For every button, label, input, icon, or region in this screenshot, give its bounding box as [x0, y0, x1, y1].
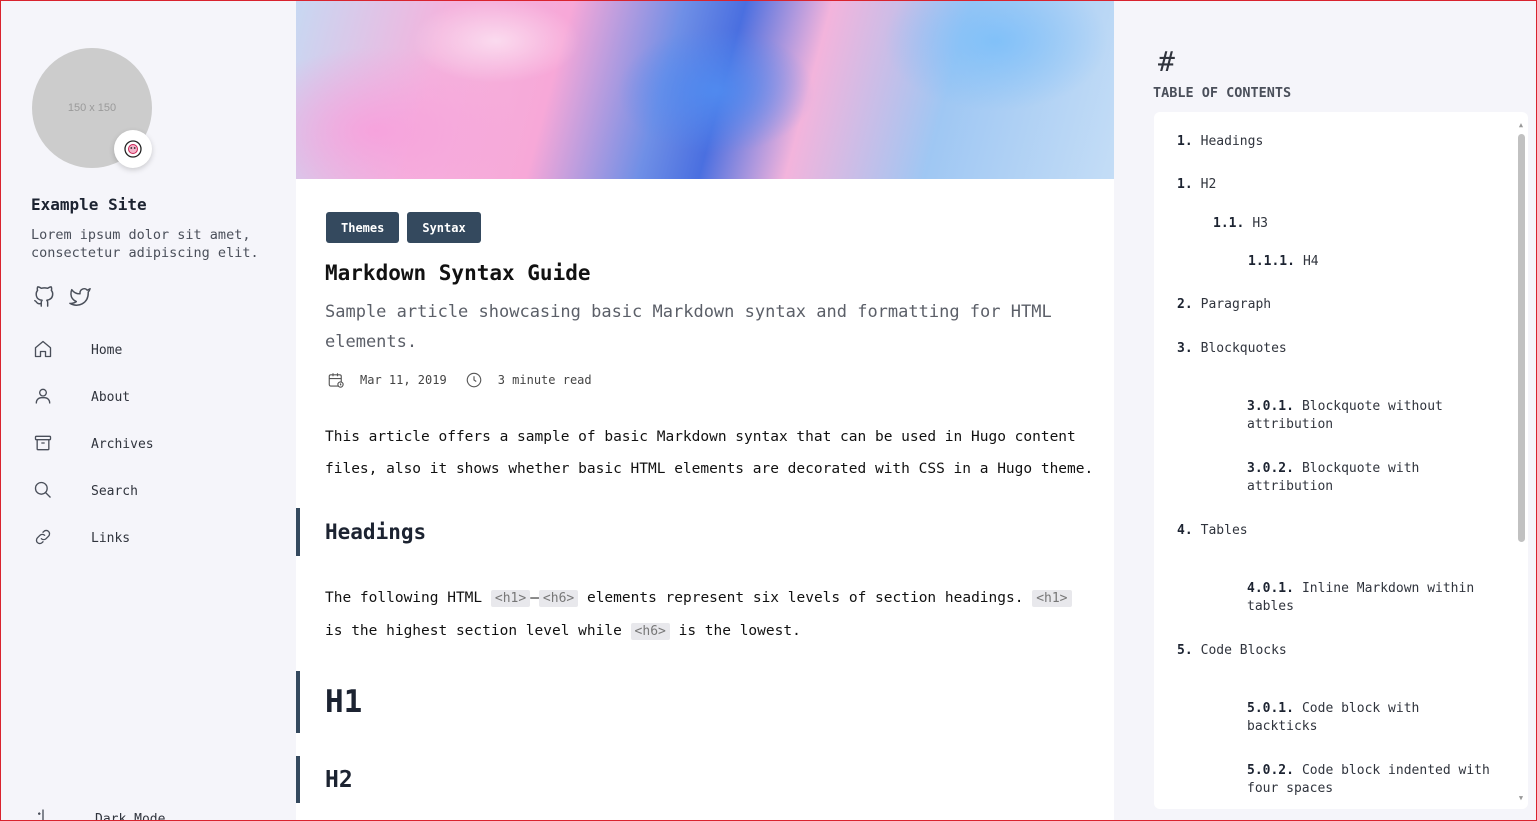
- toc-item[interactable]: 1.1.1. H4: [1248, 253, 1319, 271]
- article-main: Themes Syntax Markdown Syntax Guide Samp…: [296, 1, 1114, 820]
- toc-item[interactable]: 5. Code Blocks: [1177, 642, 1287, 660]
- site-description: Lorem ipsum dolor sit amet, consectetur …: [31, 227, 259, 261]
- toc-num: 4.0.1.: [1247, 581, 1294, 596]
- toc-num: 2.: [1177, 297, 1193, 312]
- scroll-up-arrow[interactable]: ▲: [1517, 122, 1525, 129]
- para-text: is the lowest.: [678, 623, 801, 639]
- dark-mode-label: Dark Mode: [95, 812, 166, 820]
- avatar[interactable]: 150 x 150: [32, 48, 153, 169]
- article-subtitle: Sample article showcasing basic Markdown…: [325, 302, 1052, 352]
- twitter-icon[interactable]: [69, 286, 91, 308]
- toc-num: 1.: [1177, 134, 1193, 149]
- tag-syntax[interactable]: Syntax: [407, 212, 481, 243]
- social-links: [33, 286, 91, 308]
- headings-paragraph: The following HTML <h1> — <h6> elements re…: [325, 582, 1095, 648]
- sidebar: 150 x 150 Example Site Lorem ipsum dolor…: [1, 1, 296, 820]
- toc-label: H2: [1200, 177, 1217, 192]
- toc-list: 1. Headings 1. H2 1.1. H3 1.1.1. H4 2. Paragr…: [1154, 112, 1528, 809]
- toc-num: 3.0.1.: [1247, 399, 1294, 414]
- hero-image: [296, 1, 1114, 179]
- toc-item[interactable]: 1. Headings: [1177, 133, 1263, 151]
- contrast-icon: [33, 807, 53, 820]
- toc-num: 3.0.2.: [1247, 461, 1294, 476]
- article-title[interactable]: Markdown Syntax Guide: [325, 261, 591, 285]
- emoji-badge-icon: [114, 130, 152, 168]
- toc-num: 1.1.1.: [1248, 254, 1295, 269]
- toc-label: Code Blocks: [1200, 643, 1287, 658]
- toc-item[interactable]: 1. H2: [1177, 176, 1216, 194]
- toc-label: Headings: [1200, 134, 1264, 149]
- toc-item[interactable]: 3.0.1. Blockquote without attribution: [1247, 398, 1497, 434]
- inline-code: <h1>: [490, 590, 531, 607]
- sidebar-item-about[interactable]: About: [33, 386, 273, 433]
- toc-item[interactable]: 5.0.1. Code block with backticks: [1247, 700, 1497, 736]
- search-icon: [33, 480, 53, 500]
- para-text: The following HTML: [325, 590, 483, 606]
- article-date: Mar 11, 2019: [360, 373, 447, 387]
- sidebar-item-search[interactable]: Search: [33, 480, 273, 527]
- para-text: is the highest section level while: [325, 623, 622, 639]
- toc-item[interactable]: 4. Tables: [1177, 522, 1248, 540]
- sidebar-item-archives[interactable]: Archives: [33, 433, 273, 480]
- link-icon: [33, 527, 53, 547]
- calendar-icon: [327, 371, 345, 389]
- toc-item[interactable]: 4.0.1. Inline Markdown within tables: [1247, 580, 1507, 616]
- toc-title: TABLE OF CONTENTS: [1153, 85, 1292, 101]
- toc-item[interactable]: 3.0.2. Blockquote with attribution: [1247, 460, 1497, 496]
- toc-label: Blockquotes: [1200, 341, 1287, 356]
- clock-icon: [465, 371, 483, 389]
- hash-icon: #: [1158, 45, 1175, 78]
- sidebar-item-links[interactable]: Links: [33, 527, 273, 574]
- dark-mode-toggle[interactable]: Dark Mode: [33, 807, 165, 820]
- para-dash: —: [530, 590, 539, 606]
- sidebar-item-label: Links: [91, 531, 131, 546]
- article-tags: Themes Syntax: [326, 212, 481, 243]
- sidebar-item-home[interactable]: Home: [33, 339, 273, 386]
- para-text: elements represent six levels of section…: [586, 590, 1024, 606]
- sidebar-item-label: About: [91, 390, 131, 405]
- heading-h2: H2: [296, 756, 353, 803]
- toc-num: 5.0.1.: [1247, 701, 1294, 716]
- toc-item[interactable]: 3. Blockquotes: [1177, 340, 1287, 358]
- github-icon[interactable]: [33, 286, 55, 308]
- tag-themes[interactable]: Themes: [326, 212, 400, 243]
- toc-scrollbar[interactable]: [1518, 134, 1525, 542]
- toc-num: 1.: [1177, 177, 1193, 192]
- toc-label: H3: [1252, 216, 1268, 231]
- toc-num: 3.: [1177, 341, 1193, 356]
- inline-code: <h6>: [630, 623, 670, 640]
- heading-h1: H1: [296, 671, 362, 733]
- read-time: 3 minute read: [497, 373, 592, 387]
- toc-sidebar: # TABLE OF CONTENTS 1. Headings 1. H2 1.1.…: [1114, 1, 1536, 820]
- sidebar-item-label: Search: [91, 484, 138, 499]
- toc-label: Tables: [1200, 523, 1248, 538]
- toc-item[interactable]: 1.1. H3: [1213, 215, 1268, 233]
- toc-num: 1.1.: [1213, 216, 1245, 231]
- toc-label: H4: [1302, 254, 1319, 269]
- toc-item[interactable]: 2. Paragraph: [1177, 296, 1271, 314]
- sidebar-item-label: Archives: [91, 437, 154, 452]
- home-icon: [33, 339, 53, 359]
- toc-num: 5.0.2.: [1247, 763, 1294, 778]
- toc-num: 4.: [1177, 523, 1193, 538]
- sidebar-item-label: Home: [91, 343, 123, 358]
- inline-code: <h6>: [538, 590, 579, 607]
- sidebar-menu: Home About Archives Search Links: [33, 339, 273, 574]
- section-heading: Headings: [296, 508, 426, 556]
- inline-code: <h1>: [1032, 590, 1072, 607]
- article-meta: Mar 11, 2019 3 minute read: [327, 371, 592, 389]
- site-name[interactable]: Example Site: [31, 195, 147, 214]
- user-icon: [33, 386, 53, 406]
- toc-item[interactable]: 5.0.2. Code block indented with four spac…: [1247, 762, 1497, 798]
- toc-label: Paragraph: [1200, 297, 1272, 312]
- scroll-down-arrow[interactable]: ▼: [1517, 795, 1525, 802]
- article-intro: This article offers a sample of basic Ma…: [325, 429, 1094, 477]
- toc-num: 5.: [1177, 643, 1193, 658]
- archive-icon: [33, 433, 53, 453]
